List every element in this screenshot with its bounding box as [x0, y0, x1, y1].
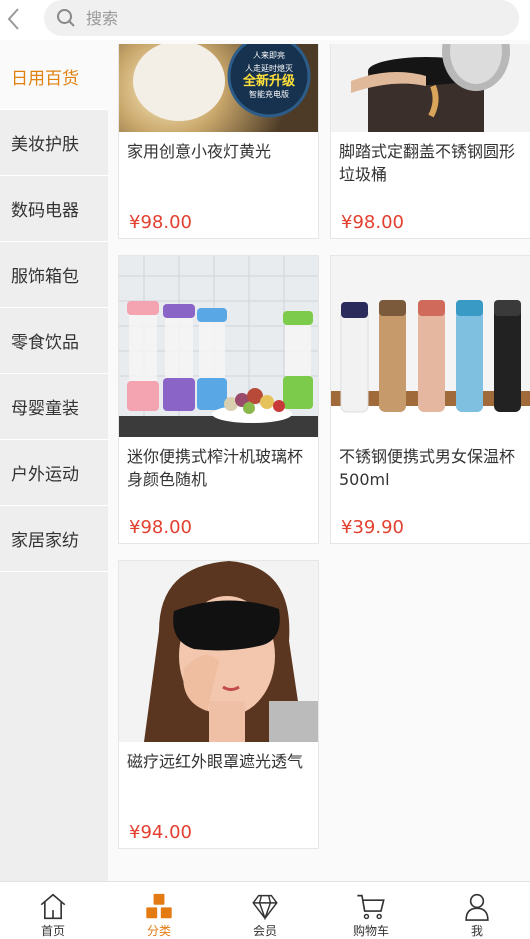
product-card[interactable]: 脚踏式定翻盖不锈钢圆形垃圾桶 ¥98.00	[330, 44, 530, 239]
sidebar-item-home-textiles[interactable]: 家居家纺	[0, 506, 108, 572]
product-card[interactable]: 人来即亮 人走延时熄灭 全新升级 智能充电版 家用创意小夜灯黄光 ¥98.00	[118, 44, 319, 239]
sidebar-item-apparel-bags[interactable]: 服饰箱包	[0, 242, 108, 308]
back-arrow-icon[interactable]	[2, 4, 28, 34]
tab-label: 首页	[40, 924, 65, 938]
product-card[interactable]: 磁疗远红外眼罩遮光透气 ¥94.00	[118, 560, 319, 849]
product-name: 家用创意小夜灯黄光	[127, 142, 272, 161]
tab-home[interactable]: 首页	[0, 882, 106, 939]
bottom-tab-bar: 首页 分类 会员 购物车 我	[0, 881, 530, 939]
promo-badge: 人来即亮 人走延时熄灭 全新升级 智能充电版	[242, 51, 295, 99]
user-icon	[465, 893, 489, 921]
product-price: ¥94.00	[129, 822, 192, 843]
sidebar-item-outdoor[interactable]: 户外运动	[0, 440, 108, 506]
product-price: ¥39.90	[341, 517, 404, 538]
tab-label: 我	[470, 924, 483, 938]
tab-member[interactable]: 会员	[212, 882, 318, 939]
product-card[interactable]: 迷你便携式榨汁机玻璃杯身颜色随机 ¥98.00	[118, 255, 319, 544]
product-price: ¥98.00	[129, 212, 192, 233]
product-grid: 人来即亮 人走延时熄灭 全新升级 智能充电版 家用创意小夜灯黄光 ¥98.00	[108, 44, 530, 881]
diamond-icon	[252, 894, 278, 921]
search-icon	[57, 9, 75, 27]
product-card[interactable]: 不锈钢便携式男女保温杯500ml ¥39.90	[330, 255, 530, 544]
product-price: ¥98.00	[129, 517, 192, 538]
sidebar-item-baby-kids[interactable]: 母婴童装	[0, 374, 108, 440]
tab-me[interactable]: 我	[424, 882, 530, 939]
product-price: ¥98.00	[341, 212, 404, 233]
product-image-juicers	[119, 256, 318, 437]
tab-label: 分类	[146, 924, 171, 938]
search-input[interactable]	[86, 0, 486, 36]
home-icon	[40, 893, 66, 920]
sidebar-item-electronics[interactable]: 数码电器	[0, 176, 108, 242]
tab-label: 购物车	[352, 924, 389, 938]
product-name: 脚踏式定翻盖不锈钢圆形垃圾桶	[339, 142, 516, 184]
sidebar-item-beauty[interactable]: 美妆护肤	[0, 110, 108, 176]
sidebar-item-snacks[interactable]: 零食饮品	[0, 308, 108, 374]
category-sidebar: 日用百货 美妆护肤 数码电器 服饰箱包 零食饮品 母婴童装 户外运动 家居家纺	[0, 44, 108, 881]
app: 日用百货 美妆护肤 数码电器 服饰箱包 零食饮品 母婴童装 户外运动 家居家纺	[0, 0, 530, 939]
product-image-thermos	[331, 256, 530, 437]
tab-cart[interactable]: 购物车	[318, 882, 424, 939]
cart-icon	[357, 894, 385, 920]
product-name: 迷你便携式榨汁机玻璃杯身颜色随机	[127, 447, 304, 489]
top-bar	[0, 0, 530, 40]
product-image-eye-mask	[119, 561, 318, 742]
sidebar-item-daily-goods[interactable]: 日用百货	[0, 44, 108, 110]
category-icon	[146, 893, 172, 919]
tab-label: 会员	[252, 924, 277, 938]
product-name: 不锈钢便携式男女保温杯500ml	[339, 447, 516, 489]
search-bar[interactable]	[44, 0, 519, 36]
tab-category[interactable]: 分类	[106, 882, 212, 939]
product-image-night-lamp: 人来即亮 人走延时熄灭 全新升级 智能充电版	[119, 44, 318, 132]
product-image-trash-can	[331, 44, 530, 132]
product-name: 磁疗远红外眼罩遮光透气	[127, 752, 304, 771]
